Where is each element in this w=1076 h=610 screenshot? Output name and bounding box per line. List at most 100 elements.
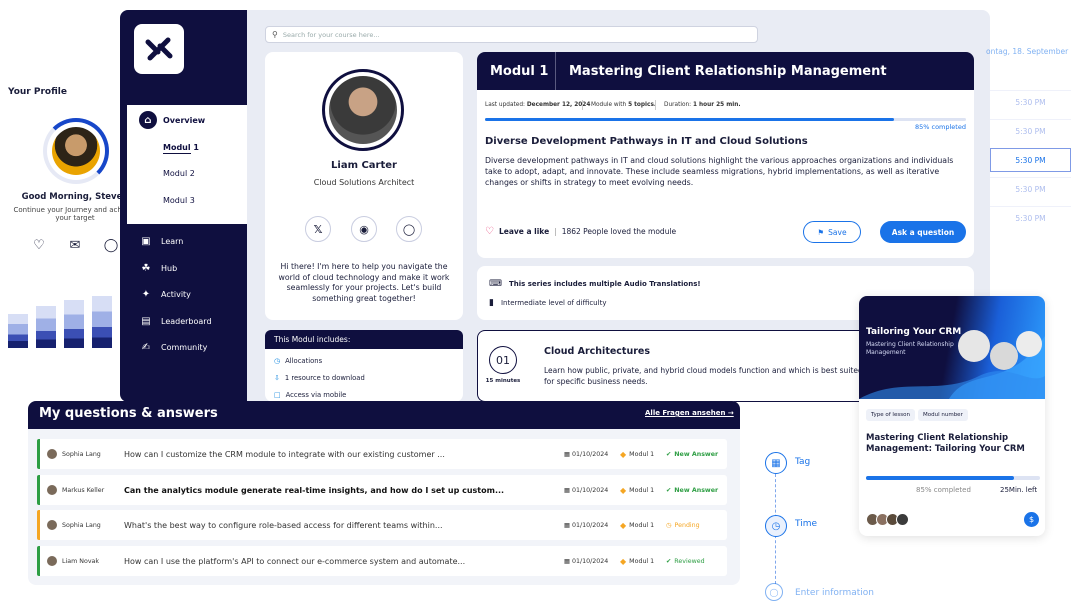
see-all-link[interactable]: Alle Fragen ansehen → bbox=[645, 409, 734, 417]
include-item: ◷ Allocations bbox=[274, 357, 323, 365]
course-progress-bar bbox=[866, 476, 1040, 480]
lesson-type-tag: Type of lesson bbox=[866, 409, 915, 421]
heart-icon[interactable]: ♡ bbox=[485, 226, 494, 237]
module-progress-fill bbox=[485, 118, 894, 121]
save-button[interactable]: ⚑ Save bbox=[803, 221, 861, 243]
sidebar-item-modul-3[interactable]: Modul 3 bbox=[163, 196, 195, 205]
difficulty: ▮ Intermediate level of difficulty bbox=[489, 298, 607, 308]
audio-translations: ⌨ This series includes multiple Audio Tra… bbox=[489, 279, 701, 289]
calendar-icon: ▦ bbox=[564, 521, 570, 529]
translate-icon: ⌨ bbox=[489, 279, 502, 289]
ask-question-button[interactable]: Ask a question bbox=[880, 221, 966, 243]
course-progress-fill bbox=[866, 476, 1014, 480]
clock-icon[interactable]: ◷ bbox=[765, 515, 787, 537]
sidebar-item-activity[interactable]: ✦ Activity bbox=[140, 289, 191, 300]
user-profile-icon[interactable]: ◯ bbox=[396, 216, 422, 242]
leaderboard-icon: ▤ bbox=[141, 316, 151, 327]
user-icon[interactable]: ◯ bbox=[102, 238, 120, 256]
avatar bbox=[47, 449, 57, 459]
avatar bbox=[47, 485, 57, 495]
topics-count: Module with 5 topics. bbox=[591, 102, 657, 108]
lesson-body: Learn how public, private, and hybrid cl… bbox=[544, 366, 863, 386]
stat-bar bbox=[8, 314, 28, 348]
instructor-avatar bbox=[322, 69, 404, 151]
avatar bbox=[896, 513, 909, 526]
pending-icon: ◷ bbox=[666, 521, 672, 529]
mobile-icon: □ bbox=[274, 391, 281, 399]
sidebar-item-learn[interactable]: ▣ Learn bbox=[140, 236, 183, 247]
sidebar-item-leaderboard[interactable]: ▤ Leaderboard bbox=[140, 316, 211, 327]
module-title: Mastering Client Relationship Management bbox=[569, 63, 887, 79]
time-slot[interactable]: 5:30 PM bbox=[990, 90, 1071, 114]
instructor-name: Liam Carter bbox=[331, 160, 397, 171]
instructor-role: Cloud Solutions Architect bbox=[313, 178, 415, 187]
sidebar-item-hub[interactable]: ☘ Hub bbox=[140, 263, 178, 274]
thumbnail-title: Tailoring Your CRM bbox=[866, 327, 962, 337]
lesson-duration: 15 minutes bbox=[485, 378, 521, 384]
diamond-icon: ◆ bbox=[620, 520, 627, 530]
activity-icon: ✦ bbox=[141, 289, 151, 300]
download-icon: ⇩ bbox=[274, 374, 280, 382]
reviewed-icon: ✔ bbox=[666, 557, 672, 565]
clock-icon: ◷ bbox=[274, 357, 281, 365]
search-input[interactable]: Search for your course here... bbox=[283, 31, 380, 39]
calendar-icon[interactable]: ▦ bbox=[765, 452, 787, 474]
status-badge: New Answer bbox=[674, 450, 719, 458]
search-bar[interactable]: ⚲ Search for your course here... bbox=[265, 26, 758, 43]
github-icon[interactable]: ◉ bbox=[351, 216, 377, 242]
sidebar-item-community[interactable]: ✍ Community bbox=[140, 342, 208, 353]
time-slot-selected[interactable]: 5:30 PM bbox=[990, 148, 1071, 172]
timeline-time-label: Time bbox=[795, 519, 818, 529]
question-row[interactable]: Sophia Lang How can I customize the CRM m… bbox=[37, 439, 727, 469]
like-count: 1862 People loved the module bbox=[561, 227, 677, 236]
bookmark-icon: ⚑ bbox=[817, 227, 825, 237]
questions-title: My questions & answers bbox=[39, 406, 218, 421]
module-progress-bar bbox=[485, 118, 966, 121]
time-slot[interactable]: 5:30 PM bbox=[990, 177, 1071, 201]
article-title: Diverse Development Pathways in IT and C… bbox=[485, 136, 808, 147]
module-number: Modul 1 bbox=[477, 52, 556, 90]
calendar-icon: ▦ bbox=[564, 557, 570, 565]
question-row[interactable]: Markus Keller Can the analytics module ge… bbox=[37, 475, 727, 505]
stat-bar bbox=[92, 296, 112, 348]
diamond-icon: ◆ bbox=[620, 556, 627, 566]
sidebar-item-modul-2[interactable]: Modul 2 bbox=[163, 169, 195, 178]
active-underline bbox=[163, 153, 191, 154]
like-row: ♡ Leave a like | 1862 People loved the m… bbox=[485, 226, 677, 237]
user-icon[interactable]: ◯ bbox=[765, 583, 783, 601]
check-icon: ✔ bbox=[666, 450, 672, 458]
stat-bar bbox=[36, 306, 56, 348]
last-updated: Last updated: December 12, 2024 bbox=[485, 102, 591, 108]
thumbnail-subtitle: Mastering Client Relationship Management bbox=[866, 341, 954, 356]
lesson-number: 01 bbox=[489, 346, 517, 374]
bell-icon[interactable]: ♡ bbox=[30, 238, 48, 256]
diamond-icon: ◆ bbox=[620, 485, 627, 495]
question-row[interactable]: Liam Novak How can I use the platform's A… bbox=[37, 546, 727, 576]
like-button[interactable]: Leave a like bbox=[499, 227, 549, 236]
learn-icon: ▣ bbox=[141, 236, 151, 247]
question-row[interactable]: Sophia Lang What's the best way to config… bbox=[37, 510, 727, 540]
difficulty-icon: ▮ bbox=[489, 298, 494, 308]
module-header: Modul 1 Mastering Client Relationship Ma… bbox=[477, 52, 974, 90]
time-slot[interactable]: 5:30 PM bbox=[990, 119, 1071, 143]
diamond-icon: ◆ bbox=[620, 449, 627, 459]
sidebar-item-modul-1[interactable]: Modul 1 bbox=[163, 143, 199, 152]
include-item: □ Access via mobile bbox=[274, 391, 347, 399]
x-icon[interactable]: 𝕏 bbox=[305, 216, 331, 242]
sidebar-item-overview[interactable]: ⌂ Overview bbox=[139, 111, 205, 129]
course-progress-text: 85% completed bbox=[916, 486, 971, 494]
calendar-icon: ▦ bbox=[564, 486, 570, 494]
dollar-icon[interactable]: $ bbox=[1024, 512, 1039, 527]
instructor-bio: Hi there! I'm here to help you navigate … bbox=[278, 262, 450, 303]
enter-information[interactable]: Enter information bbox=[795, 588, 874, 598]
module-progress-text: 85% completed bbox=[914, 123, 966, 131]
includes-title: This Modul includes: bbox=[265, 330, 463, 349]
mail-icon[interactable]: ✉ bbox=[66, 238, 84, 256]
timeline-tag-label: Tag bbox=[795, 457, 811, 467]
search-icon: ⚲ bbox=[272, 30, 278, 39]
status-badge: Pending bbox=[674, 521, 700, 529]
time-slot[interactable]: 5:30 PM bbox=[990, 206, 1071, 230]
profile-avatar bbox=[43, 118, 109, 184]
stat-bar bbox=[64, 300, 84, 348]
app-logo[interactable] bbox=[134, 24, 184, 74]
